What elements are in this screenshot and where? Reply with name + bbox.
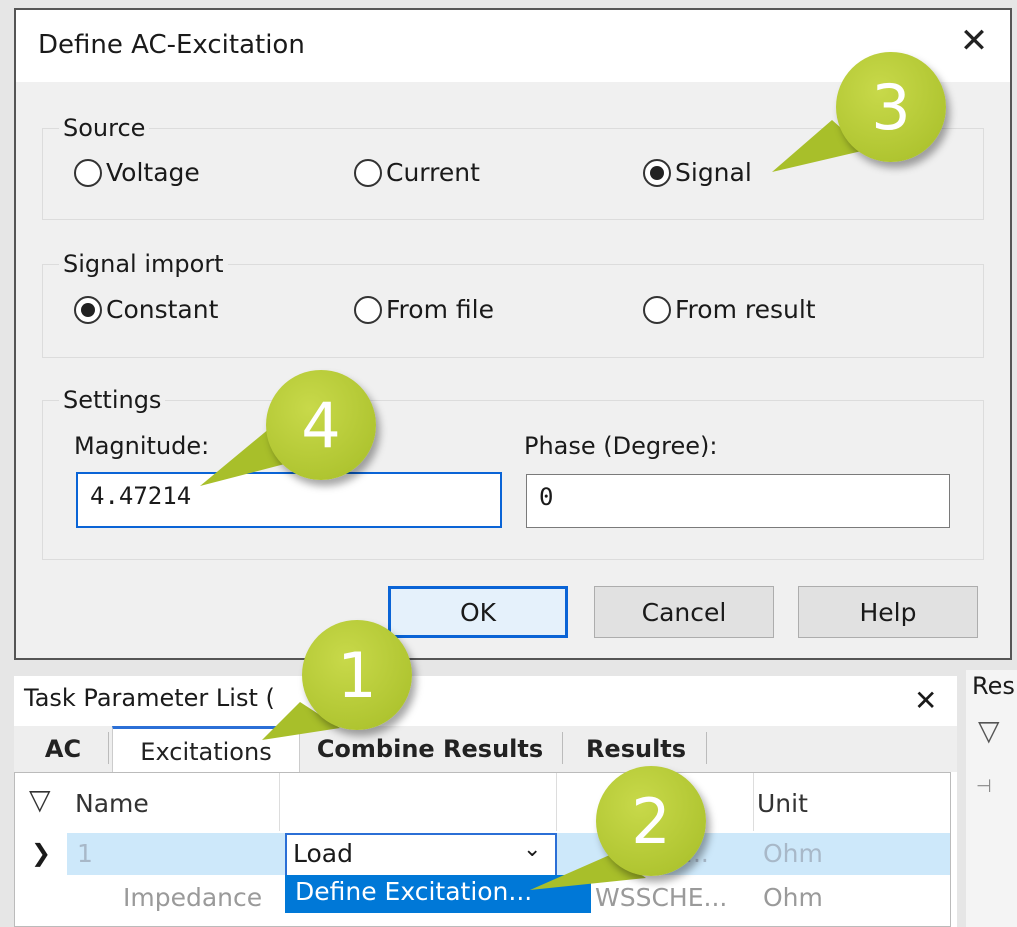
callout-badge-1: 1 — [302, 620, 412, 730]
callout-badge-4: 4 — [266, 370, 376, 480]
callout-badge-2: 2 — [596, 766, 706, 876]
callout-badge-3: 3 — [836, 52, 946, 162]
